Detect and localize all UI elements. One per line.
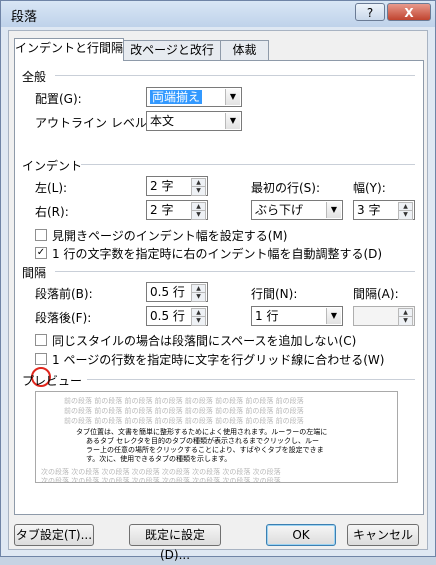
- first-line-label: 最初の行(S):: [251, 181, 321, 195]
- chevron-down-icon[interactable]: ▼: [326, 308, 341, 324]
- auto-adjust-label[interactable]: 1 行の文字数を指定時に右のインデント幅を自動調整する(D): [52, 245, 382, 262]
- line-spacing-label: 行間(N):: [251, 287, 298, 301]
- spacing-before-value: 0.5 行: [150, 285, 185, 299]
- first-line-select[interactable]: ぶら下げ ▼: [251, 200, 343, 220]
- tab-line-page-breaks[interactable]: 改ページと改行: [123, 40, 221, 60]
- line-spacing-select[interactable]: 1 行 ▼: [251, 306, 343, 326]
- indent-right-value: 2 字: [150, 203, 174, 217]
- alignment-value: 両端揃え: [150, 90, 203, 104]
- preview-prev-line: 前の段落 前の段落 前の段落 前の段落 前の段落 前の段落 前の段落 前の段落: [64, 417, 304, 425]
- mirror-indents-checkbox[interactable]: [35, 229, 47, 241]
- spacing-after-label: 段落後(F):: [35, 311, 92, 325]
- indent-width-spinner[interactable]: 3 字 ▲ ▼: [353, 200, 415, 220]
- help-button[interactable]: ?: [355, 3, 385, 21]
- close-button[interactable]: X: [387, 3, 431, 21]
- snap-to-grid-checkbox[interactable]: [35, 353, 47, 365]
- preview-box: 前の段落 前の段落 前の段落 前の段落 前の段落 前の段落 前の段落 前の段落 …: [35, 391, 398, 483]
- spin-down-icon[interactable]: ▼: [398, 210, 413, 220]
- spacing-heading: 間隔: [22, 266, 47, 280]
- chevron-down-icon[interactable]: ▼: [225, 89, 240, 105]
- preview-sample-line: あるタブ セレクタを目的のタブの種類が表示されるまでクリックし、ルー: [86, 437, 319, 445]
- auto-adjust-checkbox[interactable]: ✓: [35, 247, 47, 259]
- spacing-after-spinner[interactable]: 0.5 行 ▲ ▼: [146, 306, 208, 326]
- ok-button[interactable]: OK: [266, 524, 336, 546]
- spin-down-icon[interactable]: ▼: [191, 186, 206, 196]
- set-default-button[interactable]: 既定に設定(D)...: [129, 524, 221, 562]
- dialog-body: インデントと行間隔 改ページと改行 体裁 全般 配置(G): 両端揃え ▼ アウ…: [8, 30, 428, 562]
- tab-indents-spacing[interactable]: インデントと行間隔: [14, 38, 124, 61]
- preview-prev-line: 前の段落 前の段落 前の段落 前の段落 前の段落 前の段落 前の段落 前の段落: [64, 407, 304, 415]
- no-space-same-style-checkbox[interactable]: [35, 334, 47, 346]
- spacing-at-label: 間隔(A):: [353, 287, 399, 301]
- tab-panel: 全般 配置(G): 両端揃え ▼ アウトライン レベル(O): 本文 ▼ インデ…: [14, 60, 424, 515]
- preview-prev-line: 前の段落 前の段落 前の段落 前の段落 前の段落 前の段落 前の段落 前の段落: [64, 397, 304, 405]
- alignment-select[interactable]: 両端揃え ▼: [146, 87, 242, 107]
- spacing-after-value: 0.5 行: [150, 309, 185, 323]
- indent-right-spinner[interactable]: 2 字 ▲ ▼: [146, 200, 208, 220]
- snap-to-grid-label[interactable]: 1 ページの行数を指定時に文字を行グリッド線に合わせる(W): [52, 351, 384, 368]
- divider: [55, 271, 415, 272]
- spin-down-icon[interactable]: ▼: [398, 316, 413, 326]
- spin-down-icon[interactable]: ▼: [191, 292, 206, 302]
- divider: [55, 75, 415, 76]
- preview-sample-line: タブ位置は、文書を簡単に整形するためによく使用されます。ルーラーの左端に: [76, 428, 328, 436]
- cancel-button[interactable]: キャンセル: [347, 524, 419, 546]
- indent-left-label: 左(L):: [35, 181, 68, 195]
- tabs-settings-button[interactable]: タブ設定(T)...: [14, 524, 94, 546]
- spin-down-icon[interactable]: ▼: [191, 210, 206, 220]
- divider: [87, 379, 415, 380]
- indent-right-label: 右(R):: [35, 205, 69, 219]
- general-heading: 全般: [22, 70, 47, 84]
- spacing-before-label: 段落前(B):: [35, 287, 93, 301]
- divider: [81, 164, 415, 165]
- first-line-value: ぶら下げ: [255, 203, 304, 217]
- indent-left-spinner[interactable]: 2 字 ▲ ▼: [146, 176, 208, 196]
- spin-down-icon[interactable]: ▼: [191, 316, 206, 326]
- chevron-down-icon[interactable]: ▼: [225, 113, 240, 129]
- spacing-at-spinner[interactable]: ▲ ▼: [353, 306, 415, 326]
- alignment-label: 配置(G):: [35, 92, 82, 106]
- line-spacing-value: 1 行: [255, 309, 279, 323]
- title-bar[interactable]: 段落 ? X: [1, 1, 435, 27]
- outline-level-value: 本文: [150, 114, 175, 128]
- outline-level-select[interactable]: 本文 ▼: [146, 111, 242, 131]
- mirror-indents-label[interactable]: 見開きページのインデント幅を設定する(M): [52, 227, 287, 244]
- tab-asian-typography[interactable]: 体裁: [220, 40, 269, 60]
- preview-next-line: 次の段落 次の段落 次の段落 次の段落 次の段落 次の段落 次の段落 次の段落: [41, 477, 281, 483]
- chevron-down-icon[interactable]: ▼: [326, 202, 341, 218]
- preview-sample-line: ラー上の任意の場所をクリックすることにより、すばやくタブを設定できま: [86, 446, 324, 454]
- preview-sample-line: す。次に、使用できるタブの種類を示します。: [86, 455, 232, 463]
- indent-width-label: 幅(Y):: [353, 181, 386, 195]
- window-title: 段落: [11, 10, 38, 25]
- indent-width-value: 3 字: [357, 203, 381, 217]
- spacing-before-spinner[interactable]: 0.5 行 ▲ ▼: [146, 282, 208, 302]
- indent-left-value: 2 字: [150, 179, 174, 193]
- indent-heading: インデント: [22, 159, 83, 173]
- paragraph-dialog: 段落 ? X インデントと行間隔 改ページと改行 体裁 全般 配置(G): 両端…: [0, 0, 436, 562]
- preview-heading: プレビュー: [22, 374, 83, 388]
- no-space-same-style-label[interactable]: 同じスタイルの場合は段落間にスペースを追加しない(C): [52, 332, 356, 349]
